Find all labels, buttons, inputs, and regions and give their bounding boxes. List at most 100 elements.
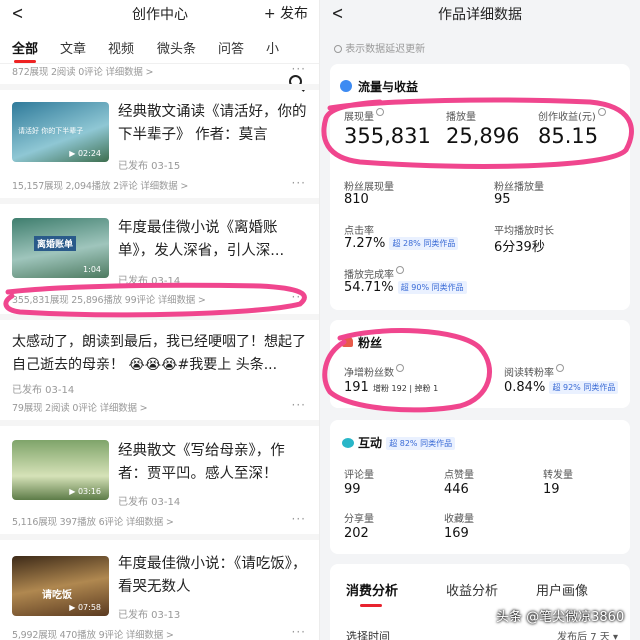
stats-line[interactable]: 79展现 2阅读 0评论 详细数据 >: [12, 400, 148, 414]
right-header: < 作品详细数据: [320, 0, 640, 26]
tab-qa[interactable]: 问答: [218, 38, 244, 57]
time-select[interactable]: 发布后 7 天 ▾: [557, 628, 618, 640]
creator-center-panel: < 创作中心 + 发布 全部 文章 视频 微头条 问答 小 872展现 2阅读 …: [0, 0, 320, 640]
publish-button[interactable]: + 发布: [264, 3, 308, 23]
more-icon[interactable]: ···: [292, 62, 306, 76]
tab-micro[interactable]: 微头条: [157, 38, 196, 57]
metric-label: 播放量: [446, 112, 476, 123]
publish-date: 已发布 03-14: [118, 276, 181, 287]
metric-value: 85.15: [538, 124, 599, 148]
left-header: < 创作中心 + 发布: [0, 0, 320, 26]
interaction-card: 互动 超 82% 同类作品 评论量 99 点赞量 446 转发量 19 分享量 …: [330, 420, 630, 554]
tab-consumption[interactable]: 消费分析: [346, 580, 398, 599]
metric-label: 收藏量: [444, 514, 474, 525]
metric-label: 展现量: [344, 108, 384, 123]
publish-date: 已发布 03-14: [12, 385, 75, 396]
info-icon: [597, 108, 606, 116]
thumbnail-caption: 离婚账单: [34, 236, 77, 251]
fans-card: 粉丝 净增粉丝数 191 增粉 192 | 掉粉 1 阅读转粉率 0.84% 超…: [330, 320, 630, 408]
droplet-icon: [340, 80, 352, 92]
metric-label: 粉丝展现量: [344, 182, 394, 193]
section-title: 粉丝: [358, 336, 383, 350]
info-icon: [376, 108, 384, 116]
divider: [0, 420, 320, 426]
metric-value: 6分39秒: [494, 240, 545, 255]
video-thumbnail[interactable]: 请活好 你的下半辈子 ▶ 02:24: [12, 102, 109, 162]
metric-label: 创作收益(元): [538, 108, 606, 123]
metric-label: 点赞量: [444, 470, 474, 481]
thumbnail-caption: 请活好 你的下半辈子: [18, 127, 84, 135]
metric-value: 169: [444, 526, 469, 541]
metric-value: 25,896: [446, 124, 520, 148]
stats-line[interactable]: 355,831展现 25,896播放 99评论 详细数据 >: [12, 292, 206, 306]
metric-label: 播放完成率: [344, 266, 404, 281]
stats-line[interactable]: 5,992展现 470播放 9评论 详细数据 >: [12, 627, 174, 640]
flow-card: 流量与收益 展现量 355,831 播放量 25,896 创作收益(元) 85.…: [330, 64, 630, 310]
video-duration: ▶ 07:58: [69, 603, 101, 612]
percentile-badge: 超 92% 同类作品: [549, 381, 619, 394]
tab-revenue[interactable]: 收益分析: [446, 580, 498, 599]
metric-value: 810: [344, 192, 369, 207]
more-icon[interactable]: ···: [292, 290, 306, 304]
publish-date: 已发布 03-14: [118, 497, 181, 508]
metric-value: 7.27% 超 28% 同类作品: [344, 236, 459, 251]
metric-label: 转发量: [543, 470, 573, 481]
tab-more[interactable]: 小: [266, 38, 279, 57]
active-tab-indicator: [14, 60, 36, 63]
info-icon: [556, 364, 564, 372]
article-title[interactable]: 年度最佳微小说《离婚账单》，发人深省，引人深...: [118, 217, 308, 263]
metric-label: 阅读转粉率: [504, 364, 564, 379]
stats-line[interactable]: 872展现 2阅读 0评论 详细数据 >: [12, 64, 153, 78]
article-title[interactable]: 经典散文诵读《请活好，你的下半辈子》 作者：莫言: [118, 101, 308, 147]
metric-label: 粉丝播放量: [494, 182, 544, 193]
divider: [0, 198, 320, 204]
metric-value: 99: [344, 482, 361, 497]
content-tabs: 全部 文章 视频 微头条 问答 小: [0, 36, 320, 88]
metric-label: 评论量: [344, 470, 374, 481]
delay-note: 表示数据延迟更新: [332, 40, 425, 55]
stats-line[interactable]: 5,116展现 397播放 6评论 详细数据 >: [12, 514, 174, 528]
more-icon[interactable]: ···: [292, 625, 306, 639]
metric-value: 19: [543, 482, 560, 497]
article-title[interactable]: 经典散文《写给母亲》，作者：贾平凹。感人至深！: [118, 440, 308, 486]
delay-note-text: 表示数据延迟更新: [345, 44, 426, 55]
article-title[interactable]: 年度最佳微小说：《请吃饭》，看哭无数人: [118, 553, 308, 599]
publish-date: 已发布 03-13: [118, 610, 181, 621]
divider: [0, 84, 320, 90]
metric-value: 191 增粉 192 | 掉粉 1: [344, 380, 439, 395]
metric-value: 0.84% 超 92% 同类作品: [504, 380, 619, 395]
video-duration: ▶ 02:24: [69, 149, 101, 158]
tab-all[interactable]: 全部: [12, 38, 38, 57]
user-icon: [342, 336, 353, 347]
stats-line[interactable]: 15,157展现 2,094播放 2评论 详细数据 >: [12, 178, 188, 192]
section-title: 互动 超 82% 同类作品: [358, 434, 456, 451]
tab-video[interactable]: 视频: [108, 38, 134, 57]
more-icon[interactable]: ···: [292, 398, 306, 412]
post-text[interactable]: 太感动了，朗读到最后，我已经哽咽了！想起了自己逝去的母亲！ 😭😭😭#我要上 头条…: [12, 331, 310, 377]
metric-value: 95: [494, 192, 511, 207]
tab-article[interactable]: 文章: [60, 38, 86, 57]
video-thumbnail[interactable]: 请吃饭 ▶ 07:58: [12, 556, 109, 616]
more-icon[interactable]: ···: [292, 512, 306, 526]
info-icon: [396, 266, 404, 274]
analysis-card: 消费分析 收益分析 用户画像 选择时间 发布后 7 天 ▾: [330, 564, 630, 640]
metric-value: 54.71% 超 90% 同类作品: [344, 280, 467, 295]
percentile-badge: 超 82% 同类作品: [386, 437, 456, 450]
watermark: 头条 @笔尖微凉3860: [496, 610, 625, 625]
metric-label: 分享量: [344, 514, 374, 525]
video-thumbnail[interactable]: ▶ 03:16: [12, 440, 109, 500]
divider: [0, 534, 320, 540]
thumbnail-caption: 请吃饭: [42, 590, 72, 601]
publish-date: 已发布 03-15: [118, 161, 181, 172]
video-duration: 1:04: [83, 265, 101, 274]
info-icon: [334, 45, 342, 53]
tab-audience[interactable]: 用户画像: [536, 580, 588, 599]
metric-label: 平均播放时长: [494, 226, 554, 237]
metric-value: 355,831: [344, 124, 431, 148]
percentile-badge: 超 90% 同类作品: [397, 281, 467, 294]
work-detail-panel: < 作品详细数据 表示数据延迟更新 流量与收益 展现量 355,831 播放量 …: [320, 0, 640, 640]
percentile-badge: 超 28% 同类作品: [389, 237, 459, 250]
video-thumbnail[interactable]: 离婚账单 1:04: [12, 218, 109, 278]
divider: [0, 314, 320, 320]
more-icon[interactable]: ···: [292, 176, 306, 190]
